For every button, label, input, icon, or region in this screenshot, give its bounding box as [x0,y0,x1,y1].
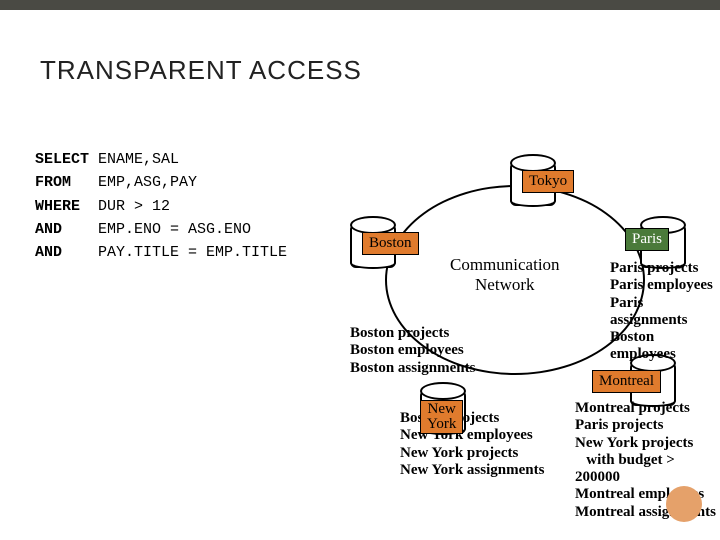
paris-data-list: Paris projects Paris employees Paris ass… [610,260,720,364]
boston-data-1: Boston projects [350,325,475,342]
montreal-data-2: Paris projects [575,417,720,434]
sql-select-val: ENAME,SAL [89,151,179,168]
newyork-node: New York [420,400,463,434]
sql-and2-kw: AND [35,244,62,261]
boston-data-3: Boston assignments [350,360,475,377]
paris-data-2: Paris employees [610,277,720,294]
slide-top-bar [0,0,720,10]
ny-data-4: New York assignments [400,462,544,479]
boston-node: Boston [362,232,419,255]
sql-from-kw: FROM [35,174,71,191]
sql-from-val: EMP,ASG,PAY [71,174,197,191]
sql-query-block: SELECT ENAME,SAL FROM EMP,ASG,PAY WHERE … [35,148,287,264]
montreal-node: Montreal [592,370,661,393]
paris-data-1: Paris projects [610,260,720,277]
sql-select-kw: SELECT [35,151,89,168]
sql-and2-val: PAY.TITLE = EMP.TITLE [62,244,287,261]
tokyo-node: Tokyo [522,170,574,193]
paris-data-3: Paris assignments [610,295,720,330]
sql-and1-val: EMP.ENO = ASG.ENO [62,221,251,238]
network-label-l1: Communication [450,255,560,275]
paris-data-4: Boston employees [610,329,720,364]
sql-where-kw: WHERE [35,198,80,215]
montreal-data-1: Montreal projects [575,400,720,417]
ny-data-3: New York projects [400,445,544,462]
montreal-data-4: with budget > 200000 [575,452,720,487]
newyork-node-l1: New [427,402,456,417]
paris-node: Paris [625,228,669,251]
newyork-node-l2: York [427,417,456,432]
montreal-data-3: New York projects [575,435,720,452]
sql-and1-kw: AND [35,221,62,238]
slide-title: TRANSPARENT ACCESS [40,55,362,86]
network-label: Communication Network [450,255,560,296]
sql-where-val: DUR > 12 [80,198,170,215]
boston-data-list: Boston projects Boston employees Boston … [350,325,475,377]
boston-data-2: Boston employees [350,342,475,359]
network-label-l2: Network [450,275,560,295]
page-number-circle [666,486,702,522]
